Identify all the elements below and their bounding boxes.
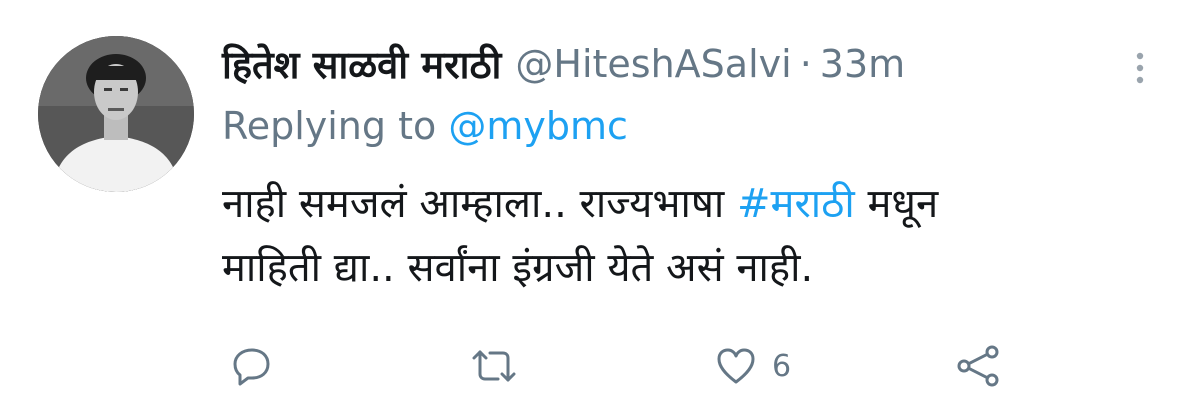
display-name[interactable]: हितेश साळवी मराठी (222, 38, 501, 90)
tweet-text-part: नाही समजलं आम्हाला.. राज्यभाषा (222, 181, 725, 227)
separator-dot: · (799, 42, 812, 86)
retweet-button[interactable] (468, 338, 520, 394)
timestamp[interactable]: 33m (820, 42, 905, 86)
user-handle[interactable]: @HiteshASalvi (515, 42, 791, 86)
reply-mention-link[interactable]: @mybmc (448, 104, 628, 148)
avatar[interactable] (38, 36, 194, 192)
reply-icon (230, 344, 274, 388)
share-icon (954, 344, 1002, 388)
share-button[interactable] (954, 338, 1002, 394)
heart-icon (714, 344, 758, 388)
tweet-header: हितेश साळवी मराठी @HiteshASalvi · 33m (222, 36, 905, 92)
like-count: 6 (772, 348, 792, 384)
replying-to: Replying to @mybmc (222, 104, 628, 148)
reply-button[interactable] (230, 338, 274, 394)
tweet-text-part: मधून (867, 181, 939, 227)
tweet-text: नाही समजलं आम्हाला.. राज्यभाषा #मराठी मध… (222, 172, 1182, 300)
replying-to-label: Replying to (222, 104, 437, 148)
more-options-icon[interactable] (1130, 48, 1150, 88)
tweet-actions: 6 (222, 338, 1022, 394)
tweet-card[interactable]: हितेश साळवी मराठी @HiteshASalvi · 33m Re… (0, 0, 1200, 401)
tweet-text-line-2: माहिती द्या.. सर्वांना इंग्रजी येते असं … (222, 245, 814, 291)
like-button[interactable]: 6 (714, 338, 791, 394)
hashtag-link[interactable]: #मराठी (737, 181, 855, 227)
tweet-text-line-1: नाही समजलं आम्हाला.. राज्यभाषा #मराठी मध… (222, 172, 1182, 236)
retweet-icon (468, 344, 520, 388)
